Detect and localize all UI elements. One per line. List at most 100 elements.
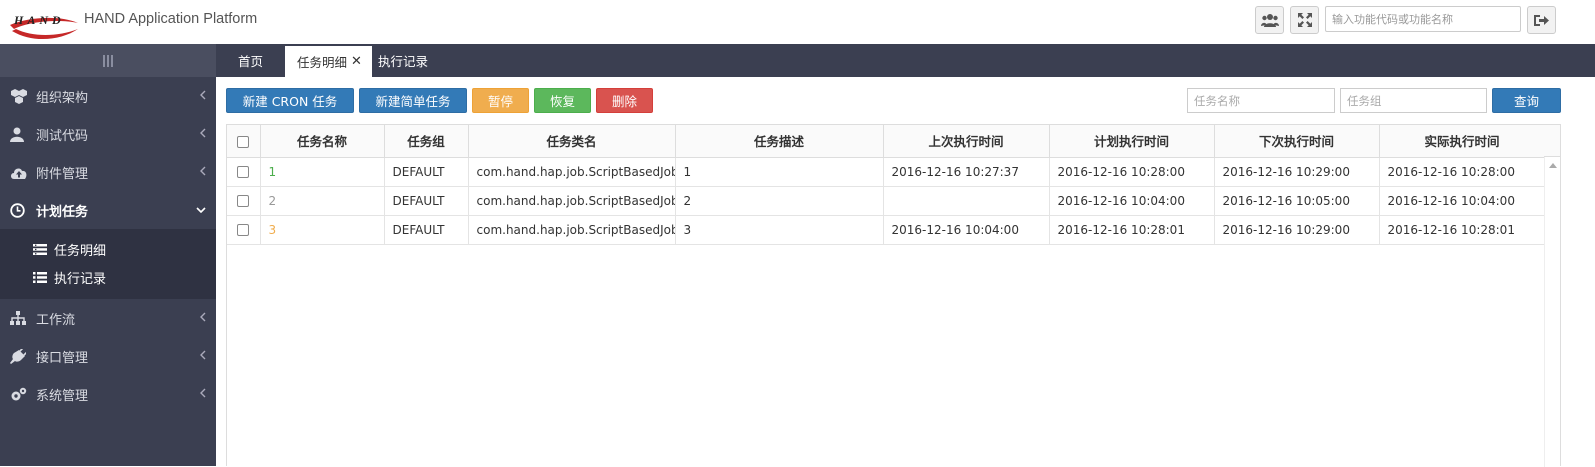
pause-button[interactable]: 暂停 bbox=[472, 88, 529, 113]
cell-next: 2016-12-16 10:29:00 bbox=[1214, 157, 1380, 187]
tab-home[interactable]: 首页 bbox=[238, 44, 263, 77]
sidebar-subitem-execution-log[interactable]: 执行记录 bbox=[0, 263, 216, 291]
cell-last: 2016-12-16 10:27:37 bbox=[883, 157, 1050, 187]
cell-planned: 2016-12-16 10:28:01 bbox=[1049, 215, 1215, 245]
task-table: 任务名称 任务组 任务类名 任务描述 上次执行时间 计划执行时间 下次执行时间 … bbox=[227, 125, 1546, 245]
row-checkbox[interactable] bbox=[237, 224, 250, 236]
sidebar-item-interfaces[interactable]: 接口管理 bbox=[0, 337, 216, 375]
cell-class: com.hand.hap.job.ScriptBasedJob bbox=[468, 157, 676, 187]
sidebar-item-label: 附件管理 bbox=[36, 166, 89, 182]
select-all-checkbox[interactable] bbox=[237, 135, 250, 148]
sidebar-submenu: 任务明细 执行记录 bbox=[0, 229, 216, 299]
column-header[interactable]: 上次执行时间 bbox=[883, 125, 1050, 158]
table-row[interactable]: 3 DEFAULT com.hand.hap.job.ScriptBasedJob 3… bbox=[227, 215, 1546, 245]
sidebar-item-label: 组织架构 bbox=[36, 90, 89, 106]
sidebar-item-workflow[interactable]: 工作流 bbox=[0, 299, 216, 337]
column-header[interactable]: 计划执行时间 bbox=[1049, 125, 1215, 158]
cell-planned: 2016-12-16 10:28:00 bbox=[1049, 157, 1215, 187]
logo-text: HAND bbox=[14, 13, 65, 27]
cubes-icon bbox=[10, 88, 30, 104]
cell-desc: 2 bbox=[675, 186, 884, 216]
tab-label: 执行记录 bbox=[378, 54, 429, 69]
tab-task-details[interactable]: 任务明细 ✕ bbox=[285, 46, 372, 77]
column-header[interactable]: 任务类名 bbox=[468, 125, 676, 158]
scroll-up-arrow-icon[interactable] bbox=[1549, 163, 1557, 168]
chevron-left-icon bbox=[200, 128, 206, 138]
column-header[interactable]: 任务组 bbox=[384, 125, 469, 158]
logout-button[interactable] bbox=[1527, 6, 1556, 34]
fullscreen-button[interactable] bbox=[1290, 6, 1319, 34]
users-button[interactable] bbox=[1255, 6, 1284, 34]
column-header[interactable]: 实际执行时间 bbox=[1379, 125, 1546, 158]
menu-bars-icon bbox=[103, 54, 113, 67]
task-name-filter-input[interactable] bbox=[1187, 88, 1335, 113]
chevron-left-icon bbox=[200, 312, 206, 322]
cell-group: DEFAULT bbox=[384, 215, 469, 245]
resume-button[interactable]: 恢复 bbox=[534, 88, 591, 113]
task-group-filter-input[interactable] bbox=[1340, 88, 1487, 113]
cell-name: 3 bbox=[260, 215, 385, 245]
plug-icon bbox=[10, 348, 30, 364]
tab-bar: 首页 任务明细 ✕ 执行记录 bbox=[216, 44, 1595, 77]
column-header[interactable]: 任务描述 bbox=[675, 125, 884, 158]
table-header-row: 任务名称 任务组 任务类名 任务描述 上次执行时间 计划执行时间 下次执行时间 … bbox=[227, 125, 1546, 158]
cell-next: 2016-12-16 10:29:00 bbox=[1214, 215, 1380, 245]
cell-desc: 1 bbox=[675, 157, 884, 187]
cell-name: 2 bbox=[260, 186, 385, 216]
chevron-down-icon bbox=[196, 207, 206, 213]
sidebar-item-label: 测试代码 bbox=[36, 128, 89, 144]
tab-label: 任务明细 bbox=[297, 55, 348, 70]
sidebar-toggle[interactable] bbox=[0, 44, 216, 77]
sidebar-item-system[interactable]: 系统管理 bbox=[0, 375, 216, 413]
sidebar-item-org[interactable]: 组织架构 bbox=[0, 77, 216, 115]
delete-button[interactable]: 删除 bbox=[596, 88, 653, 113]
cell-class: com.hand.hap.job.ScriptBasedJob bbox=[468, 215, 676, 245]
sidebar-item-label: 接口管理 bbox=[36, 350, 89, 366]
app-title: HAND Application Platform bbox=[84, 11, 258, 27]
expand-icon bbox=[1297, 13, 1312, 27]
cogs-icon bbox=[10, 386, 30, 402]
sidebar-item-test-code[interactable]: 测试代码 bbox=[0, 115, 216, 153]
sidebar-subitem-label: 执行记录 bbox=[54, 271, 107, 287]
select-all-header bbox=[227, 125, 261, 158]
cell-group: DEFAULT bbox=[384, 157, 469, 187]
clock-icon bbox=[10, 202, 30, 218]
chevron-left-icon bbox=[200, 388, 206, 398]
vertical-scrollbar[interactable] bbox=[1544, 157, 1560, 467]
cloud-upload-icon bbox=[10, 164, 30, 180]
query-button[interactable]: 查询 bbox=[1492, 88, 1561, 113]
table-row[interactable]: 2 DEFAULT com.hand.hap.job.ScriptBasedJob 2… bbox=[227, 186, 1546, 216]
cell-actual: 2016-12-16 10:04:00 bbox=[1379, 186, 1546, 216]
cell-actual: 2016-12-16 10:28:01 bbox=[1379, 215, 1546, 245]
new-simple-task-button[interactable]: 新建简单任务 bbox=[359, 88, 467, 113]
scrollbar-header-gap bbox=[1544, 125, 1560, 157]
row-select-cell bbox=[227, 215, 261, 245]
chevron-left-icon bbox=[200, 166, 206, 176]
users-icon bbox=[1260, 14, 1279, 27]
close-icon[interactable]: ✕ bbox=[351, 54, 362, 69]
sidebar-item-label: 工作流 bbox=[36, 312, 76, 328]
cell-group: DEFAULT bbox=[384, 186, 469, 216]
sidebar-item-label: 计划任务 bbox=[36, 204, 89, 220]
hand-logo: HAND bbox=[6, 7, 78, 40]
row-select-cell bbox=[227, 157, 261, 187]
list-icon bbox=[33, 271, 49, 283]
cell-class: com.hand.hap.job.ScriptBasedJob bbox=[468, 186, 676, 216]
cell-last bbox=[883, 186, 1050, 216]
table-row[interactable]: 1 DEFAULT com.hand.hap.job.ScriptBasedJob 1… bbox=[227, 157, 1546, 187]
row-checkbox[interactable] bbox=[237, 166, 250, 178]
user-icon bbox=[10, 126, 30, 142]
tab-execution-log[interactable]: 执行记录 bbox=[378, 44, 428, 77]
sidebar-item-attachments[interactable]: 附件管理 bbox=[0, 153, 216, 191]
cell-planned: 2016-12-16 10:04:00 bbox=[1049, 186, 1215, 216]
row-checkbox[interactable] bbox=[237, 195, 250, 207]
column-header[interactable]: 任务名称 bbox=[260, 125, 385, 158]
new-cron-task-button[interactable]: 新建 CRON 任务 bbox=[226, 88, 354, 113]
sidebar-item-scheduled-tasks[interactable]: 计划任务 bbox=[0, 191, 216, 229]
sidebar-item-label: 系统管理 bbox=[36, 388, 89, 404]
function-search-input[interactable] bbox=[1325, 6, 1521, 32]
cell-desc: 3 bbox=[675, 215, 884, 245]
sidebar-subitem-task-details[interactable]: 任务明细 bbox=[0, 235, 216, 263]
column-header[interactable]: 下次执行时间 bbox=[1214, 125, 1380, 158]
top-header: HAND HAND Application Platform bbox=[0, 0, 1595, 44]
